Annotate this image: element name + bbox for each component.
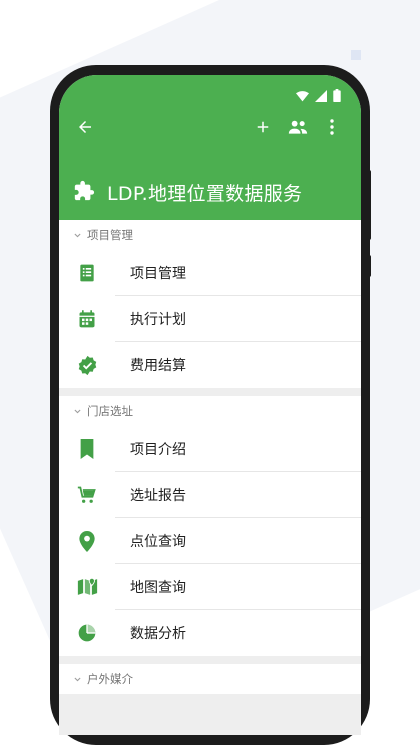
battery-icon [333,87,341,106]
section-header[interactable]: 户外媒介 [59,664,361,694]
app-title: LDP.地理位置数据服务 [107,183,303,205]
people-icon [288,119,308,139]
menu-item-label: 地图查询 [130,580,186,596]
more-button[interactable] [321,115,343,143]
chevron-down-icon [73,675,82,684]
wifi-icon [296,87,309,106]
background-square [351,50,361,60]
menu-item-data-analysis[interactable]: 数据分析 [59,610,361,656]
section-title: 门店选址 [87,404,133,418]
status-bar [296,87,341,106]
power-button [367,255,371,277]
menu-item-point-query[interactable]: 点位查询 [59,518,361,564]
section-title: 项目管理 [87,228,133,242]
menu-item-label: 执行计划 [130,312,186,328]
calendar-icon [74,309,100,329]
people-button[interactable] [285,115,311,143]
section-header[interactable]: 项目管理 [59,220,361,250]
menu-item-label: 项目管理 [130,266,186,282]
phone-screen: LDP.地理位置数据服务 项目管理 项目管理 执行计划 费用结算 门店选址 项目… [59,75,361,735]
chevron-down-icon [73,231,82,240]
document-list-icon [74,263,100,283]
volume-button [367,170,371,240]
menu-item-label: 费用结算 [130,358,186,374]
puzzle-icon [73,180,95,206]
section-store-location: 门店选址 项目介绍 选址报告 点位查询 地图查询 数据分析 [59,396,361,656]
menu-item-map-query[interactable]: 地图查询 [59,564,361,610]
menu-item-fee-settlement[interactable]: 费用结算 [59,342,361,388]
section-project-management: 项目管理 项目管理 执行计划 费用结算 [59,220,361,388]
menu-item-project-management[interactable]: 项目管理 [59,250,361,296]
section-header[interactable]: 门店选址 [59,396,361,426]
menu-item-execution-plan[interactable]: 执行计划 [59,296,361,342]
title-row: LDP.地理位置数据服务 [73,179,302,206]
cart-icon [74,485,100,505]
menu-item-label: 选址报告 [130,488,186,504]
menu-item-label: 数据分析 [130,626,186,642]
location-pin-icon [74,530,100,552]
section-title: 户外媒介 [87,672,133,686]
menu-item-site-report[interactable]: 选址报告 [59,472,361,518]
add-icon [254,118,272,140]
app-bar: LDP.地理位置数据服务 [59,75,361,220]
map-icon [74,577,100,597]
cellular-icon [315,87,327,106]
back-button[interactable] [71,115,99,143]
menu-item-label: 项目介绍 [130,442,186,458]
add-button[interactable] [250,115,276,143]
bookmark-icon [74,439,100,459]
verified-check-icon [74,355,100,376]
phone-frame: LDP.地理位置数据服务 项目管理 项目管理 执行计划 费用结算 门店选址 项目… [50,65,370,745]
back-arrow-icon [76,118,94,140]
menu-item-label: 点位查询 [130,534,186,550]
menu-list: 项目管理 项目管理 执行计划 费用结算 门店选址 项目介绍 选址报告 点位查询 … [59,220,361,702]
chevron-down-icon [73,407,82,416]
pie-chart-icon [74,623,100,643]
menu-item-project-intro[interactable]: 项目介绍 [59,426,361,472]
section-outdoor-media: 户外媒介 [59,664,361,694]
more-vert-icon [330,119,334,139]
